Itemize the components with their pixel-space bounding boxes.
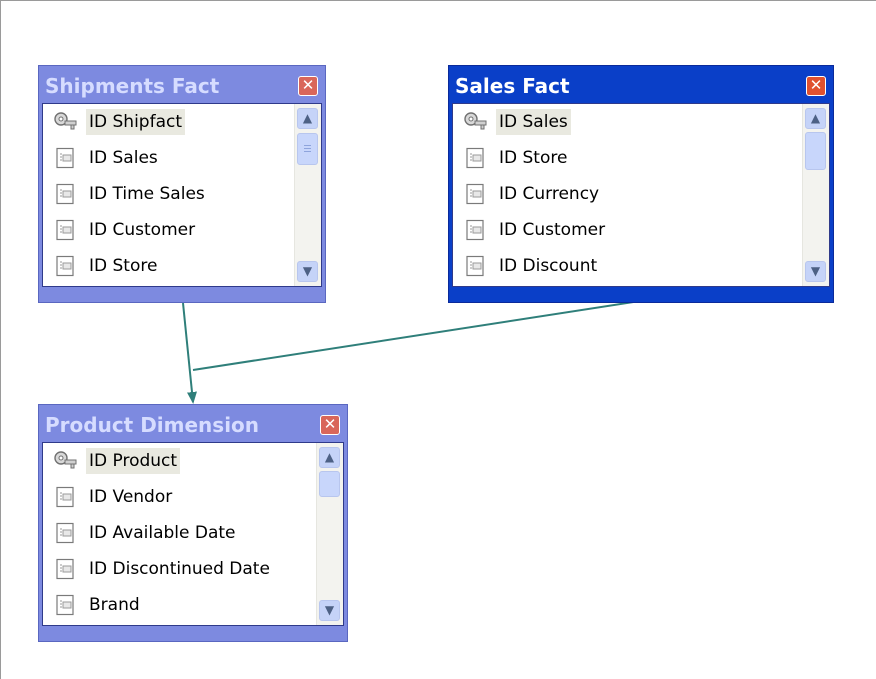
field-row[interactable]: ID Shipfact <box>43 104 295 140</box>
field-label: ID Shipfact <box>86 109 186 135</box>
chevron-down-icon: ▼ <box>324 603 335 617</box>
scroll-up-button[interactable]: ▲ <box>297 108 318 129</box>
close-button[interactable]: ✕ <box>806 76 826 96</box>
relationship-sales-to-product[interactable] <box>192 300 641 371</box>
scroll-thumb[interactable] <box>297 133 318 165</box>
chevron-up-icon: ▲ <box>810 111 821 125</box>
field-label: ID Store <box>89 256 158 276</box>
field-row[interactable]: ID Sales <box>43 140 295 176</box>
field-row[interactable]: ID Available Date <box>43 515 317 551</box>
field-row[interactable]: ID Vendor <box>43 479 317 515</box>
table-title-bar[interactable]: Product Dimension ✕ <box>42 408 344 442</box>
field-row[interactable]: ID Discontinued Date <box>43 551 317 587</box>
table-title: Shipments Fact <box>45 74 220 98</box>
field-row[interactable]: ID Time Sales <box>43 176 295 212</box>
field-label: ID Available Date <box>89 523 236 543</box>
relationship-shipments-to-product[interactable] <box>182 302 197 404</box>
field-icon <box>463 147 487 169</box>
key-icon <box>53 450 77 472</box>
field-label: ID Currency <box>499 184 600 204</box>
close-button[interactable]: ✕ <box>320 415 340 435</box>
field-row[interactable]: ID Sales <box>453 104 803 140</box>
field-label: Brand <box>89 595 140 615</box>
field-icon <box>53 558 77 580</box>
field-label: ID Store <box>499 148 568 168</box>
field-icon <box>53 183 77 205</box>
field-icon <box>53 147 77 169</box>
scroll-up-button[interactable]: ▲ <box>319 447 340 468</box>
table-title: Sales Fact <box>455 74 570 98</box>
field-icon <box>53 255 77 277</box>
field-icon <box>463 183 487 205</box>
field-label: ID Customer <box>89 220 196 240</box>
field-label: ID Discount <box>499 256 598 276</box>
vertical-scrollbar[interactable]: ▲ ▼ <box>294 104 321 286</box>
field-label: ID Customer <box>499 220 606 240</box>
close-icon: ✕ <box>809 76 823 94</box>
chevron-down-icon: ▼ <box>302 264 313 278</box>
vertical-scrollbar[interactable]: ▲ ▼ <box>316 443 343 625</box>
field-icon <box>53 594 77 616</box>
field-icon <box>53 522 77 544</box>
diagram-canvas: Shipments Fact ✕ ID Shipfact ID Sales ID… <box>0 0 876 679</box>
field-row[interactable]: ID Store <box>43 248 295 284</box>
scroll-thumb[interactable] <box>319 471 340 497</box>
field-row[interactable]: ID Customer <box>453 212 803 248</box>
chevron-down-icon: ▼ <box>810 264 821 278</box>
scroll-thumb[interactable] <box>805 132 826 170</box>
table-window-sales-fact[interactable]: Sales Fact ✕ ID Sales ID Store ID Curren… <box>448 65 834 303</box>
key-icon <box>463 111 487 133</box>
field-label: ID Product <box>86 448 181 474</box>
close-icon: ✕ <box>301 76 315 94</box>
field-label: ID Sales <box>496 109 571 135</box>
table-title-bar[interactable]: Sales Fact ✕ <box>452 69 830 103</box>
field-label: ID Sales <box>89 148 158 168</box>
table-window-shipments-fact[interactable]: Shipments Fact ✕ ID Shipfact ID Sales ID… <box>38 65 326 303</box>
scroll-up-button[interactable]: ▲ <box>805 108 826 129</box>
close-icon: ✕ <box>323 415 337 433</box>
field-list[interactable]: ID Shipfact ID Sales ID Time Sales ID Cu… <box>42 103 322 287</box>
field-icon <box>463 219 487 241</box>
table-title-bar[interactable]: Shipments Fact ✕ <box>42 69 322 103</box>
table-window-product-dimension[interactable]: Product Dimension ✕ ID Product ID Vendor… <box>38 404 348 642</box>
field-list[interactable]: ID Product ID Vendor ID Available Date I… <box>42 442 344 626</box>
field-row[interactable]: Brand <box>43 587 317 623</box>
field-list[interactable]: ID Sales ID Store ID Currency ID Custome… <box>452 103 830 287</box>
table-title: Product Dimension <box>45 413 260 437</box>
field-row[interactable]: ID Discount <box>453 248 803 284</box>
field-label: ID Discontinued Date <box>89 559 270 579</box>
key-icon <box>53 111 77 133</box>
chevron-up-icon: ▲ <box>302 111 313 125</box>
scroll-down-button[interactable]: ▼ <box>319 600 340 621</box>
field-icon <box>53 219 77 241</box>
field-row[interactable]: ID Currency <box>453 176 803 212</box>
scroll-down-button[interactable]: ▼ <box>805 261 826 282</box>
scroll-down-button[interactable]: ▼ <box>297 261 318 282</box>
field-row[interactable]: ID Product <box>43 443 317 479</box>
field-row[interactable]: ID Customer <box>43 212 295 248</box>
close-button[interactable]: ✕ <box>298 76 318 96</box>
chevron-up-icon: ▲ <box>324 450 335 464</box>
field-row[interactable]: ID Store <box>453 140 803 176</box>
vertical-scrollbar[interactable]: ▲ ▼ <box>802 104 829 286</box>
field-icon <box>53 486 77 508</box>
field-icon <box>463 255 487 277</box>
field-label: ID Vendor <box>89 487 173 507</box>
field-label: ID Time Sales <box>89 184 205 204</box>
